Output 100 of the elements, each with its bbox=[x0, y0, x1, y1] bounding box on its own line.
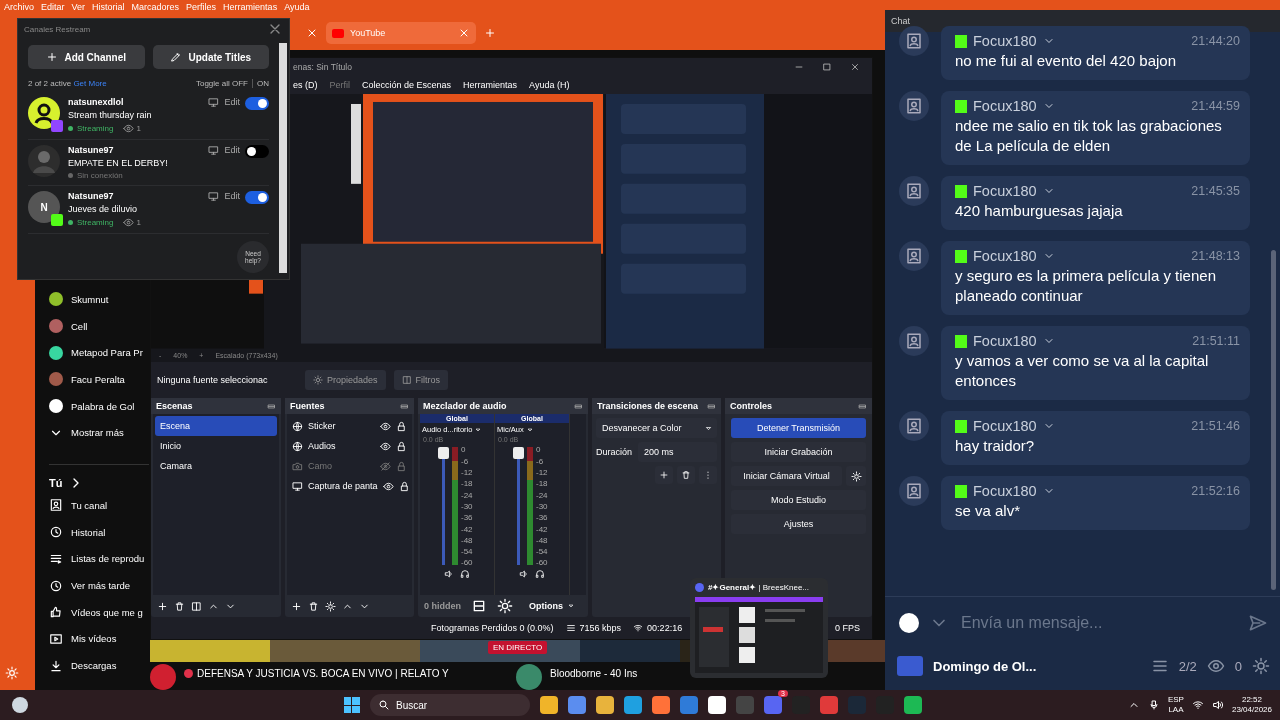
sidebar-item[interactable]: Tu canal bbox=[49, 492, 108, 519]
app-icon[interactable] bbox=[903, 696, 922, 714]
menu-item[interactable]: Editar bbox=[41, 2, 65, 12]
sidebar-item[interactable]: Historial bbox=[49, 518, 106, 546]
transition-select[interactable]: Desvanecer a Color bbox=[596, 418, 717, 439]
action-button[interactable]: Update Titles bbox=[152, 45, 269, 69]
eye-crossed-icon[interactable] bbox=[380, 460, 391, 472]
source-item[interactable]: Captura de panta bbox=[308, 481, 378, 492]
options-button[interactable]: Options bbox=[523, 600, 581, 613]
toggle-switch[interactable] bbox=[245, 97, 269, 110]
sidebar-item[interactable]: Metapod Para Pr bbox=[49, 339, 143, 367]
lock-icon[interactable] bbox=[396, 420, 407, 432]
username[interactable]: Focux180 bbox=[973, 483, 1037, 499]
toggle-switch[interactable] bbox=[245, 191, 269, 204]
channel-avatar-icon[interactable] bbox=[516, 664, 542, 690]
edit-link[interactable]: Edit bbox=[224, 191, 240, 201]
delete-icon[interactable] bbox=[308, 600, 319, 612]
speaker-icon[interactable] bbox=[519, 569, 529, 580]
language-indicator[interactable]: ESP LAA bbox=[1167, 695, 1184, 715]
source-item[interactable]: Sticker bbox=[308, 421, 375, 432]
maximize-icon[interactable] bbox=[822, 62, 832, 72]
scene-item[interactable]: Inicio bbox=[155, 436, 277, 457]
duration-field[interactable]: 200 ms bbox=[638, 442, 717, 463]
search-field[interactable]: Buscar bbox=[369, 694, 530, 716]
wifi-icon[interactable] bbox=[1191, 699, 1204, 711]
sidebar-item[interactable]: Descargas bbox=[49, 652, 117, 679]
show-more[interactable]: Mostrar más bbox=[49, 419, 124, 447]
undock-icon[interactable] bbox=[858, 401, 867, 411]
sidebar-item[interactable]: Mis vídeos bbox=[49, 625, 117, 653]
close-icon[interactable] bbox=[850, 62, 860, 72]
menu-item[interactable]: Colección de Escenas bbox=[362, 79, 452, 90]
username[interactable]: Focux180 bbox=[973, 98, 1037, 114]
undock-icon[interactable] bbox=[267, 401, 276, 411]
video-title[interactable]: DEFENSA Y JUSTICIA VS. BOCA EN VIVO | RELATO Y bbox=[184, 668, 449, 679]
delete-icon[interactable] bbox=[174, 600, 185, 612]
menu-item[interactable]: Ayuda bbox=[284, 2, 310, 12]
app-icon[interactable] bbox=[539, 696, 558, 714]
close-icon[interactable] bbox=[458, 27, 470, 39]
username[interactable]: Focux180 bbox=[973, 248, 1037, 264]
sidebar-item[interactable]: Palabra de Gol bbox=[49, 392, 135, 420]
scrollbar[interactable] bbox=[279, 43, 287, 273]
username[interactable]: Focux180 bbox=[973, 333, 1037, 349]
menu-item[interactable]: Archivo bbox=[4, 2, 34, 12]
control-button[interactable]: Iniciar Cámara Virtual bbox=[731, 466, 842, 487]
video-title[interactable]: Bloodborne - 40 Ins bbox=[550, 668, 638, 679]
menu-item[interactable]: Historial bbox=[92, 2, 125, 12]
settings-button[interactable] bbox=[846, 466, 866, 487]
toolbar-button[interactable]: Filtros bbox=[393, 370, 449, 391]
app-icon[interactable] bbox=[707, 696, 726, 714]
add-button[interactable] bbox=[655, 466, 673, 485]
headphones-icon[interactable] bbox=[460, 569, 470, 580]
eye-icon[interactable] bbox=[380, 420, 391, 432]
menu-item[interactable]: Ver bbox=[71, 2, 86, 12]
eye-icon[interactable] bbox=[382, 480, 394, 492]
add-icon[interactable] bbox=[291, 600, 302, 612]
scene-item[interactable]: Camara bbox=[155, 456, 277, 477]
menu-item[interactable]: Ayuda (H) bbox=[529, 79, 570, 90]
username[interactable]: Focux180 bbox=[973, 33, 1037, 49]
undock-icon[interactable] bbox=[707, 401, 716, 411]
menu-item[interactable]: Marcadores bbox=[131, 2, 180, 12]
add-icon[interactable] bbox=[157, 600, 168, 612]
menu-item[interactable]: Herramientas bbox=[223, 2, 278, 12]
sidebar-item[interactable]: Vídeos que me g bbox=[49, 598, 143, 626]
app-icon[interactable] bbox=[595, 696, 614, 714]
eye-icon[interactable] bbox=[380, 440, 391, 452]
toggle-on-link[interactable]: ON bbox=[252, 79, 269, 88]
sidebar-item[interactable]: Ver más tarde bbox=[49, 572, 131, 599]
edit-link[interactable]: Edit bbox=[224, 97, 240, 107]
send-icon[interactable] bbox=[1248, 612, 1268, 633]
sidebar-item[interactable]: Facu Peralta bbox=[49, 366, 125, 393]
section-heading[interactable]: Tú bbox=[49, 476, 63, 489]
app-icon[interactable] bbox=[651, 696, 670, 714]
control-button[interactable]: Iniciar Grabación bbox=[731, 442, 866, 463]
lock-icon[interactable] bbox=[398, 480, 410, 492]
undock-icon[interactable] bbox=[574, 401, 583, 411]
volume-slider-handle[interactable] bbox=[513, 447, 524, 460]
channel-avatar-icon[interactable] bbox=[150, 664, 176, 690]
control-button[interactable]: Ajustes bbox=[731, 514, 866, 535]
toggle-all-link[interactable]: Toggle all OFF bbox=[195, 79, 248, 88]
username[interactable]: Focux180 bbox=[973, 418, 1037, 434]
close-icon[interactable] bbox=[306, 27, 318, 39]
scene-item[interactable]: Escena bbox=[155, 416, 277, 437]
sidebar-item[interactable]: Cell bbox=[49, 312, 88, 340]
start-icon[interactable] bbox=[343, 697, 360, 713]
source-item[interactable]: Audios bbox=[308, 441, 375, 452]
action-button[interactable]: Add Channel bbox=[28, 45, 145, 69]
volume-slider-handle[interactable] bbox=[438, 447, 449, 460]
get-more-link[interactable]: Get More bbox=[73, 79, 107, 88]
undock-icon[interactable] bbox=[400, 401, 409, 411]
menu-item[interactable]: es (D) bbox=[293, 79, 318, 90]
delete-button[interactable] bbox=[677, 466, 695, 485]
new-tab-icon[interactable] bbox=[484, 27, 496, 39]
toolbar-button[interactable]: Propiedades bbox=[305, 370, 386, 391]
edit-link[interactable]: Edit bbox=[224, 145, 240, 155]
control-button[interactable]: Modo Estudio bbox=[731, 490, 866, 511]
headphones-icon[interactable] bbox=[535, 569, 545, 580]
filter-icon[interactable] bbox=[191, 600, 202, 612]
clock[interactable]: 22:52 23/04/2026 bbox=[1231, 695, 1272, 715]
menu-item[interactable]: Perfiles bbox=[186, 2, 217, 12]
sidebar-item[interactable]: Listas de reprodu bbox=[49, 545, 145, 573]
